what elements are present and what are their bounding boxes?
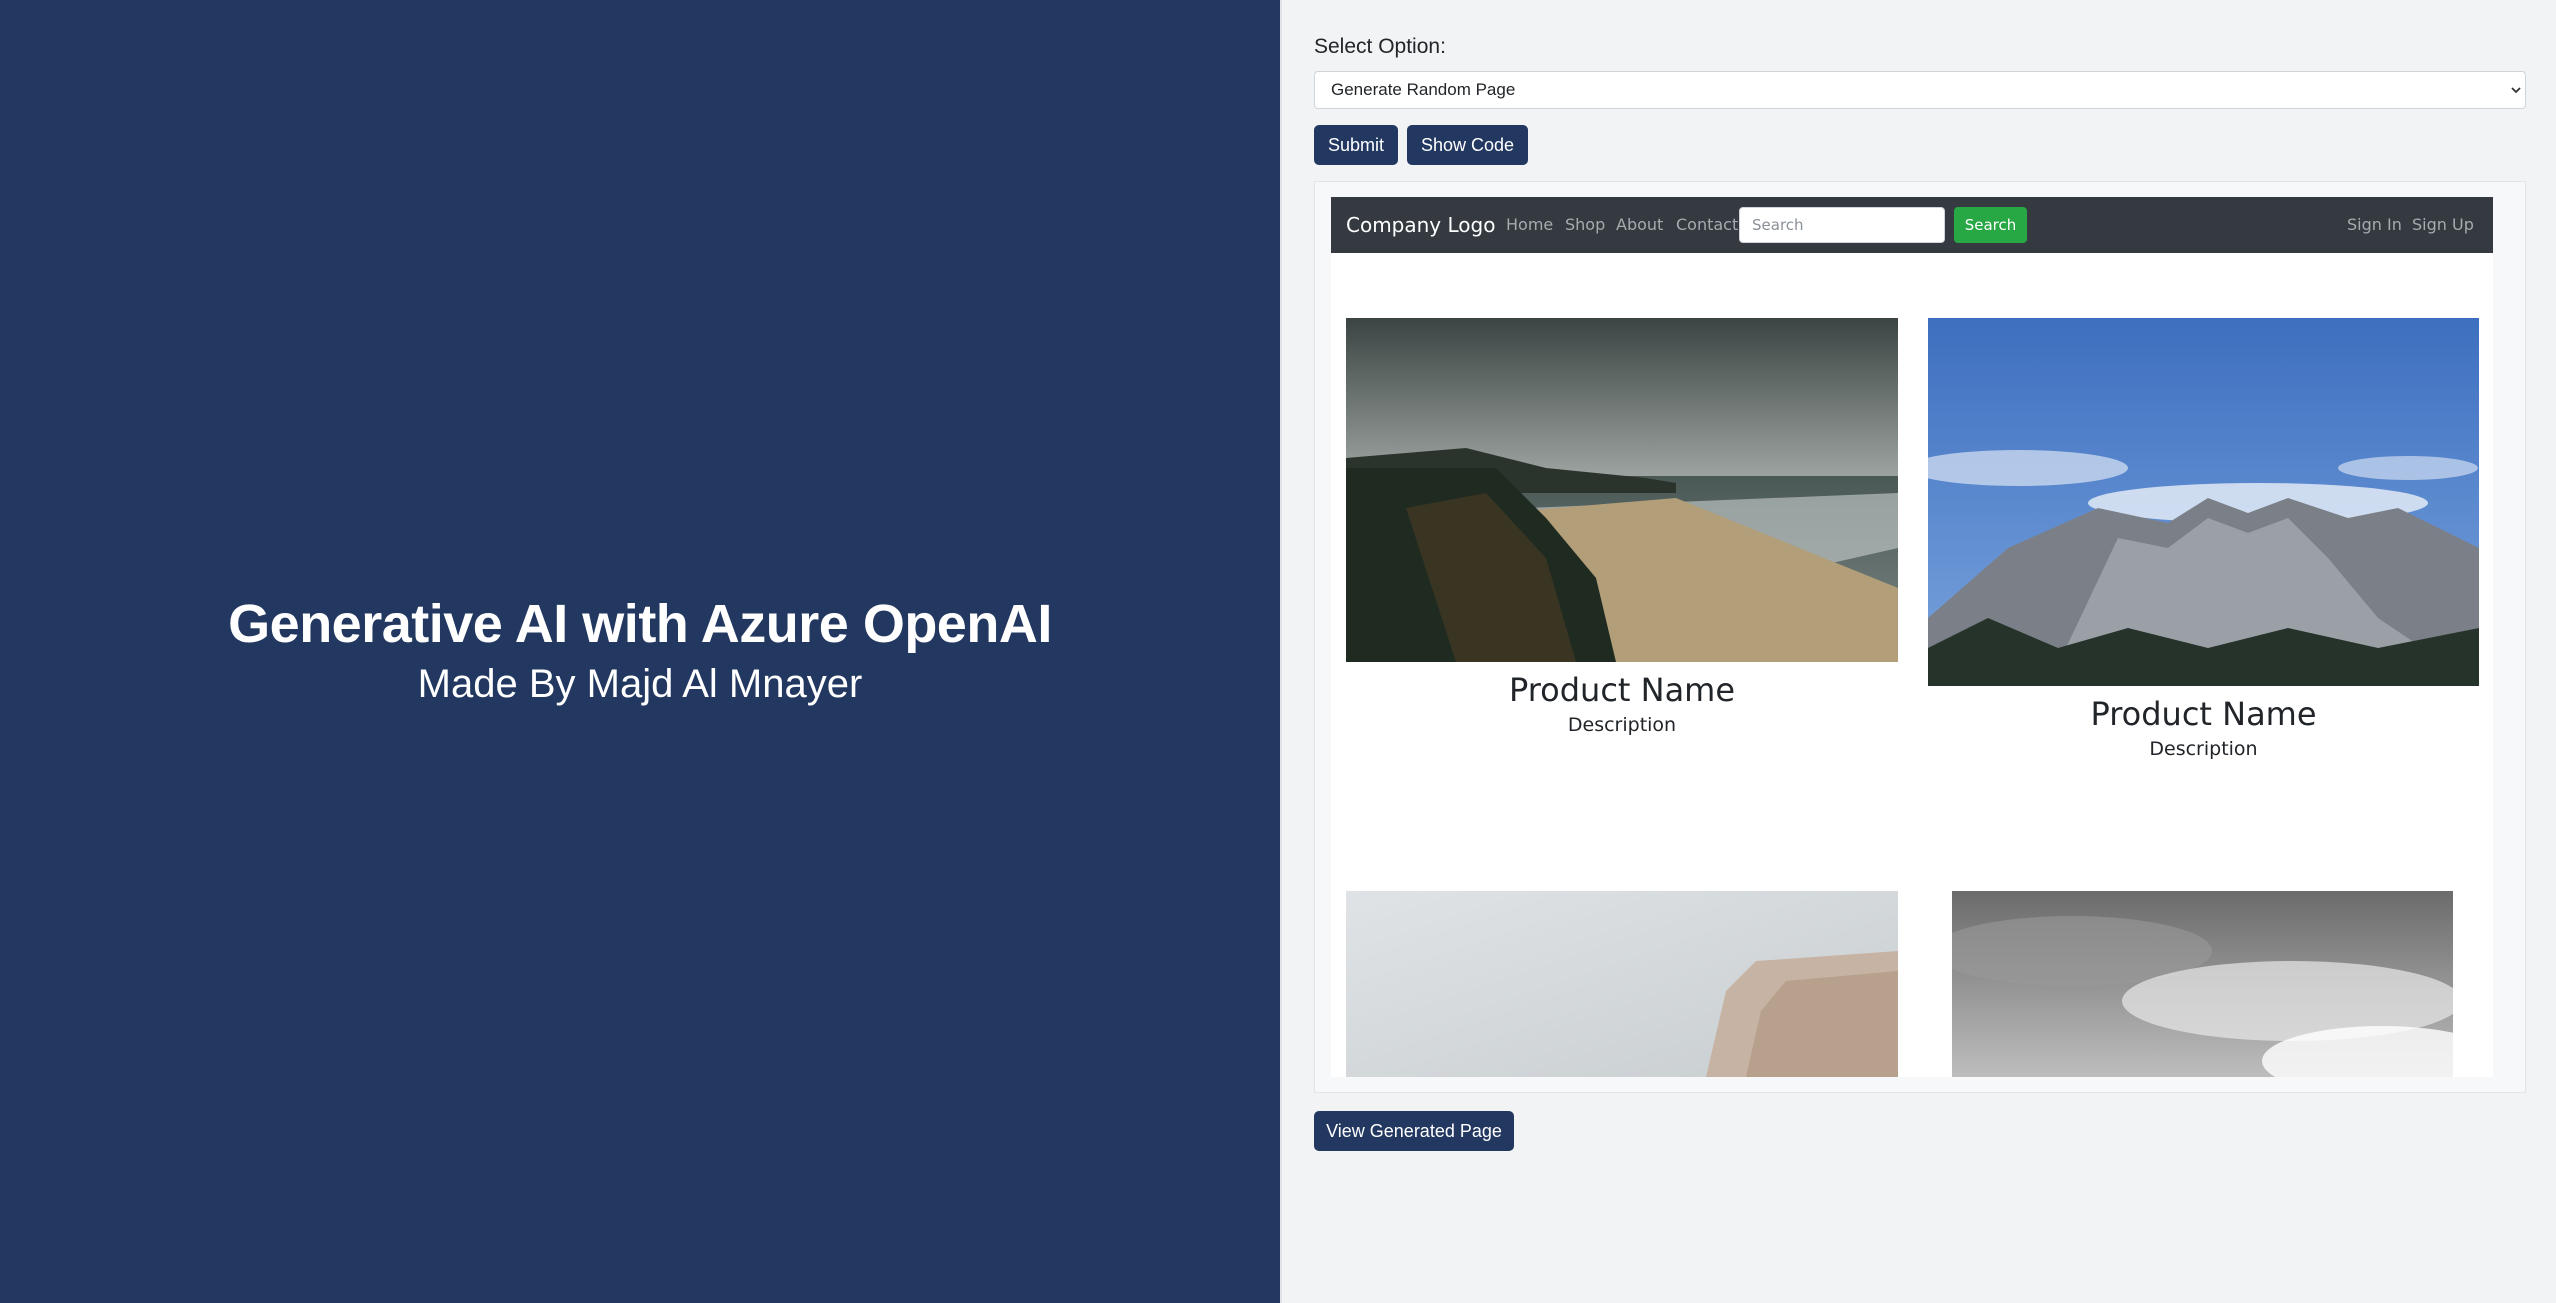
nav-link-about[interactable]: About <box>1616 214 1663 236</box>
product-description: Description <box>1567 714 1677 736</box>
search-button[interactable]: Search <box>1954 207 2027 243</box>
sign-up-link[interactable]: Sign Up <box>2412 214 2474 236</box>
product-image-clouds <box>1952 891 2453 1077</box>
submit-button[interactable]: Submit <box>1314 125 1398 165</box>
preview-navbar: Company Logo Home Shop About Contact Sea… <box>1331 197 2493 253</box>
generated-page-preview[interactable]: Company Logo Home Shop About Contact Sea… <box>1331 197 2493 1077</box>
nav-link-contact[interactable]: Contact <box>1676 214 1738 236</box>
nav-link-home[interactable]: Home <box>1506 214 1553 236</box>
search-input[interactable]: Search <box>1739 207 1945 243</box>
product-image-foggy-cliff <box>1346 891 1898 1077</box>
product-description: Description <box>2149 738 2258 760</box>
show-code-button[interactable]: Show Code <box>1407 125 1528 165</box>
hero-title: Generative AI with Azure OpenAI <box>228 594 1052 654</box>
company-logo[interactable]: Company Logo <box>1346 211 1495 239</box>
option-select[interactable]: Generate Random Page <box>1314 71 2526 109</box>
select-option-label: Select Option: <box>1314 35 1446 58</box>
view-generated-page-button[interactable]: View Generated Page <box>1314 1111 1514 1151</box>
product-name: Product Name <box>1508 671 1736 709</box>
nav-link-shop[interactable]: Shop <box>1565 214 1605 236</box>
chevron-down-icon <box>2511 87 2521 94</box>
sign-in-link[interactable]: Sign In <box>2347 214 2402 236</box>
product-name: Product Name <box>2090 695 2317 733</box>
product-image-beach <box>1346 318 1898 662</box>
hero-subtitle: Made By Majd Al Mnayer <box>417 662 863 706</box>
product-image-mountain <box>1928 318 2479 686</box>
option-select-value: Generate Random Page <box>1331 80 1516 99</box>
